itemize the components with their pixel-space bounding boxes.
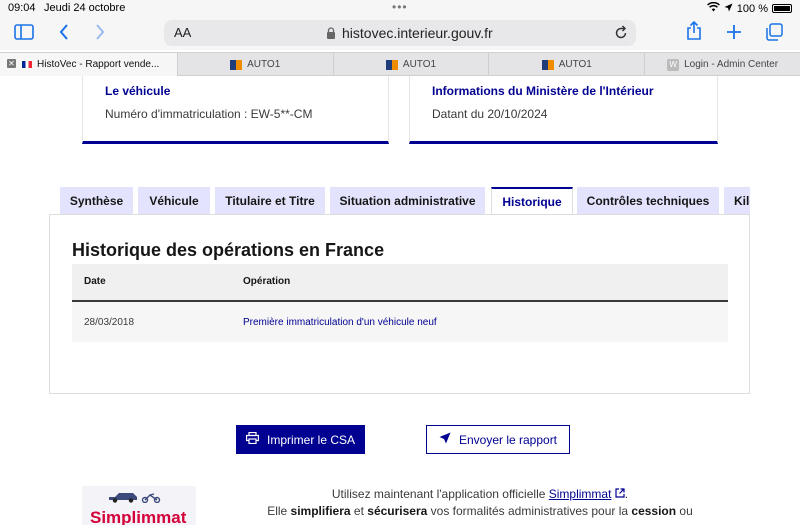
browser-tab-label: AUTO1	[402, 59, 437, 70]
ministry-card-title: Informations du Ministère de l'Intérieur	[432, 84, 654, 98]
browser-tab-label: HistoVec - Rapport vende...	[37, 59, 160, 70]
promo-text: ou	[676, 504, 693, 518]
w-icon: W	[667, 58, 680, 71]
car-moto-icon	[109, 493, 161, 503]
promo-text: .	[624, 487, 629, 501]
vehicle-card: Le véhicule Numéro d'immatriculation : E…	[82, 76, 389, 144]
browser-tab-label: Login - Admin Center	[684, 59, 779, 70]
auto1-icon	[541, 59, 554, 70]
promo-text: vos formalités administratives pour la	[427, 504, 632, 518]
vehicle-plate: Numéro d'immatriculation : EW-5**-CM	[105, 107, 313, 121]
tab-titulaire[interactable]: Titulaire et Titre	[215, 187, 325, 215]
history-title: Historique des opérations en France	[72, 240, 385, 260]
row-operation: Première immatriculation d'un véhicule n…	[243, 317, 437, 328]
wifi-icon	[706, 1, 720, 15]
battery-percent: 100 %	[736, 2, 768, 15]
browser-tab-auto1[interactable]: AUTO1	[178, 53, 334, 76]
share-icon[interactable]	[682, 20, 706, 44]
row-date: 28/03/2018	[84, 317, 135, 328]
tab-historique[interactable]: Historique	[491, 187, 573, 215]
browser-tab-auto1[interactable]: AUTO1	[489, 53, 646, 76]
history-panel: Historique des opérations en France Date…	[49, 214, 750, 394]
browser-tab-label: AUTO1	[247, 59, 281, 70]
battery-icon	[772, 4, 792, 13]
auto1-icon	[230, 59, 243, 70]
column-header-date: Date	[84, 276, 106, 287]
send-report-button[interactable]: Envoyer le rapport	[426, 425, 570, 454]
print-csa-button[interactable]: Imprimer le CSA	[236, 425, 365, 454]
promo-text: et	[350, 504, 368, 518]
tab-overview-icon[interactable]	[762, 20, 786, 44]
address-bar[interactable]: AA histovec.interieur.gouv.fr	[164, 20, 636, 46]
fr-flag-icon	[22, 61, 32, 68]
promo-text: Utilisez maintenant l'application offici…	[331, 487, 549, 501]
promo-line-2: Elle simplifiera et sécurisera vos forma…	[240, 503, 720, 520]
promo-strong: cession	[631, 504, 677, 518]
ministry-date: Datant du 20/10/2024	[432, 107, 548, 121]
browser-tab-histovec[interactable]: ✕ HistoVec - Rapport vende...	[0, 53, 178, 76]
close-tab-icon[interactable]: ✕	[7, 59, 16, 68]
tab-synthese[interactable]: Synthèse	[60, 187, 133, 215]
auto1-icon	[385, 59, 398, 70]
ministry-card: Informations du Ministère de l'Intérieur…	[409, 76, 718, 144]
browser-tab-auto1[interactable]: AUTO1	[334, 53, 490, 76]
promo-strong: simplifiera	[290, 504, 351, 518]
back-icon[interactable]	[52, 20, 76, 44]
simplimmat-logo-text: Simplimmat	[90, 508, 187, 525]
lock-icon	[326, 26, 336, 39]
report-tabs: Synthèse Véhicule Titulaire et Titre Sit…	[60, 187, 750, 215]
history-table: Date Opération 28/03/2018 Première immat…	[72, 264, 728, 342]
browser-tab-label: AUTO1	[558, 59, 592, 70]
reload-icon[interactable]	[614, 23, 628, 46]
status-date: Jeudi 24 octobre	[44, 2, 126, 14]
location-icon	[724, 3, 733, 15]
simplimmat-link[interactable]: Simplimmat	[549, 487, 612, 501]
tab-controles[interactable]: Contrôles techniques	[577, 187, 719, 215]
browser-toolbar: AA histovec.interieur.gouv.fr	[0, 16, 800, 50]
tab-vehicule[interactable]: Véhicule	[138, 187, 210, 215]
url-text: histovec.interieur.gouv.fr	[342, 25, 493, 41]
promo-line-1: Utilisez maintenant l'application offici…	[240, 486, 720, 503]
promo-text: Elle	[267, 504, 291, 518]
promo-strong: sécurisera	[367, 504, 428, 518]
external-link-icon	[615, 487, 625, 501]
print-csa-label: Imprimer le CSA	[266, 432, 355, 447]
tab-situation[interactable]: Situation administrative	[330, 187, 485, 215]
multitask-dots-icon[interactable]: •••	[392, 0, 408, 14]
send-report-label: Envoyer le rapport	[458, 432, 558, 447]
browser-tab-strip: ✕ HistoVec - Rapport vende... AUTO1 AUTO…	[0, 52, 800, 76]
column-header-operation: Opération	[243, 276, 291, 287]
vehicle-card-title: Le véhicule	[105, 84, 171, 98]
simplimmat-logo[interactable]: Simplimmat	[82, 486, 196, 525]
forward-icon[interactable]	[88, 20, 112, 44]
table-header: Date Opération	[72, 264, 728, 302]
new-tab-icon[interactable]	[722, 20, 746, 44]
table-row: 28/03/2018 Première immatriculation d'un…	[72, 302, 728, 342]
browser-tab-admin[interactable]: W Login - Admin Center	[645, 53, 800, 76]
status-bar: 09:04 Jeudi 24 octobre ••• 100 %	[0, 0, 800, 16]
status-right: 100 %	[706, 1, 792, 15]
send-icon	[439, 432, 451, 447]
printer-icon	[245, 431, 259, 447]
reader-aa-button[interactable]: AA	[174, 25, 191, 40]
tab-kilometrage[interactable]: Kilométrage	[724, 187, 750, 215]
status-time: 09:04	[8, 2, 36, 14]
simplimmat-promo: Utilisez maintenant l'application offici…	[240, 486, 720, 520]
sidebar-icon[interactable]	[12, 20, 36, 44]
